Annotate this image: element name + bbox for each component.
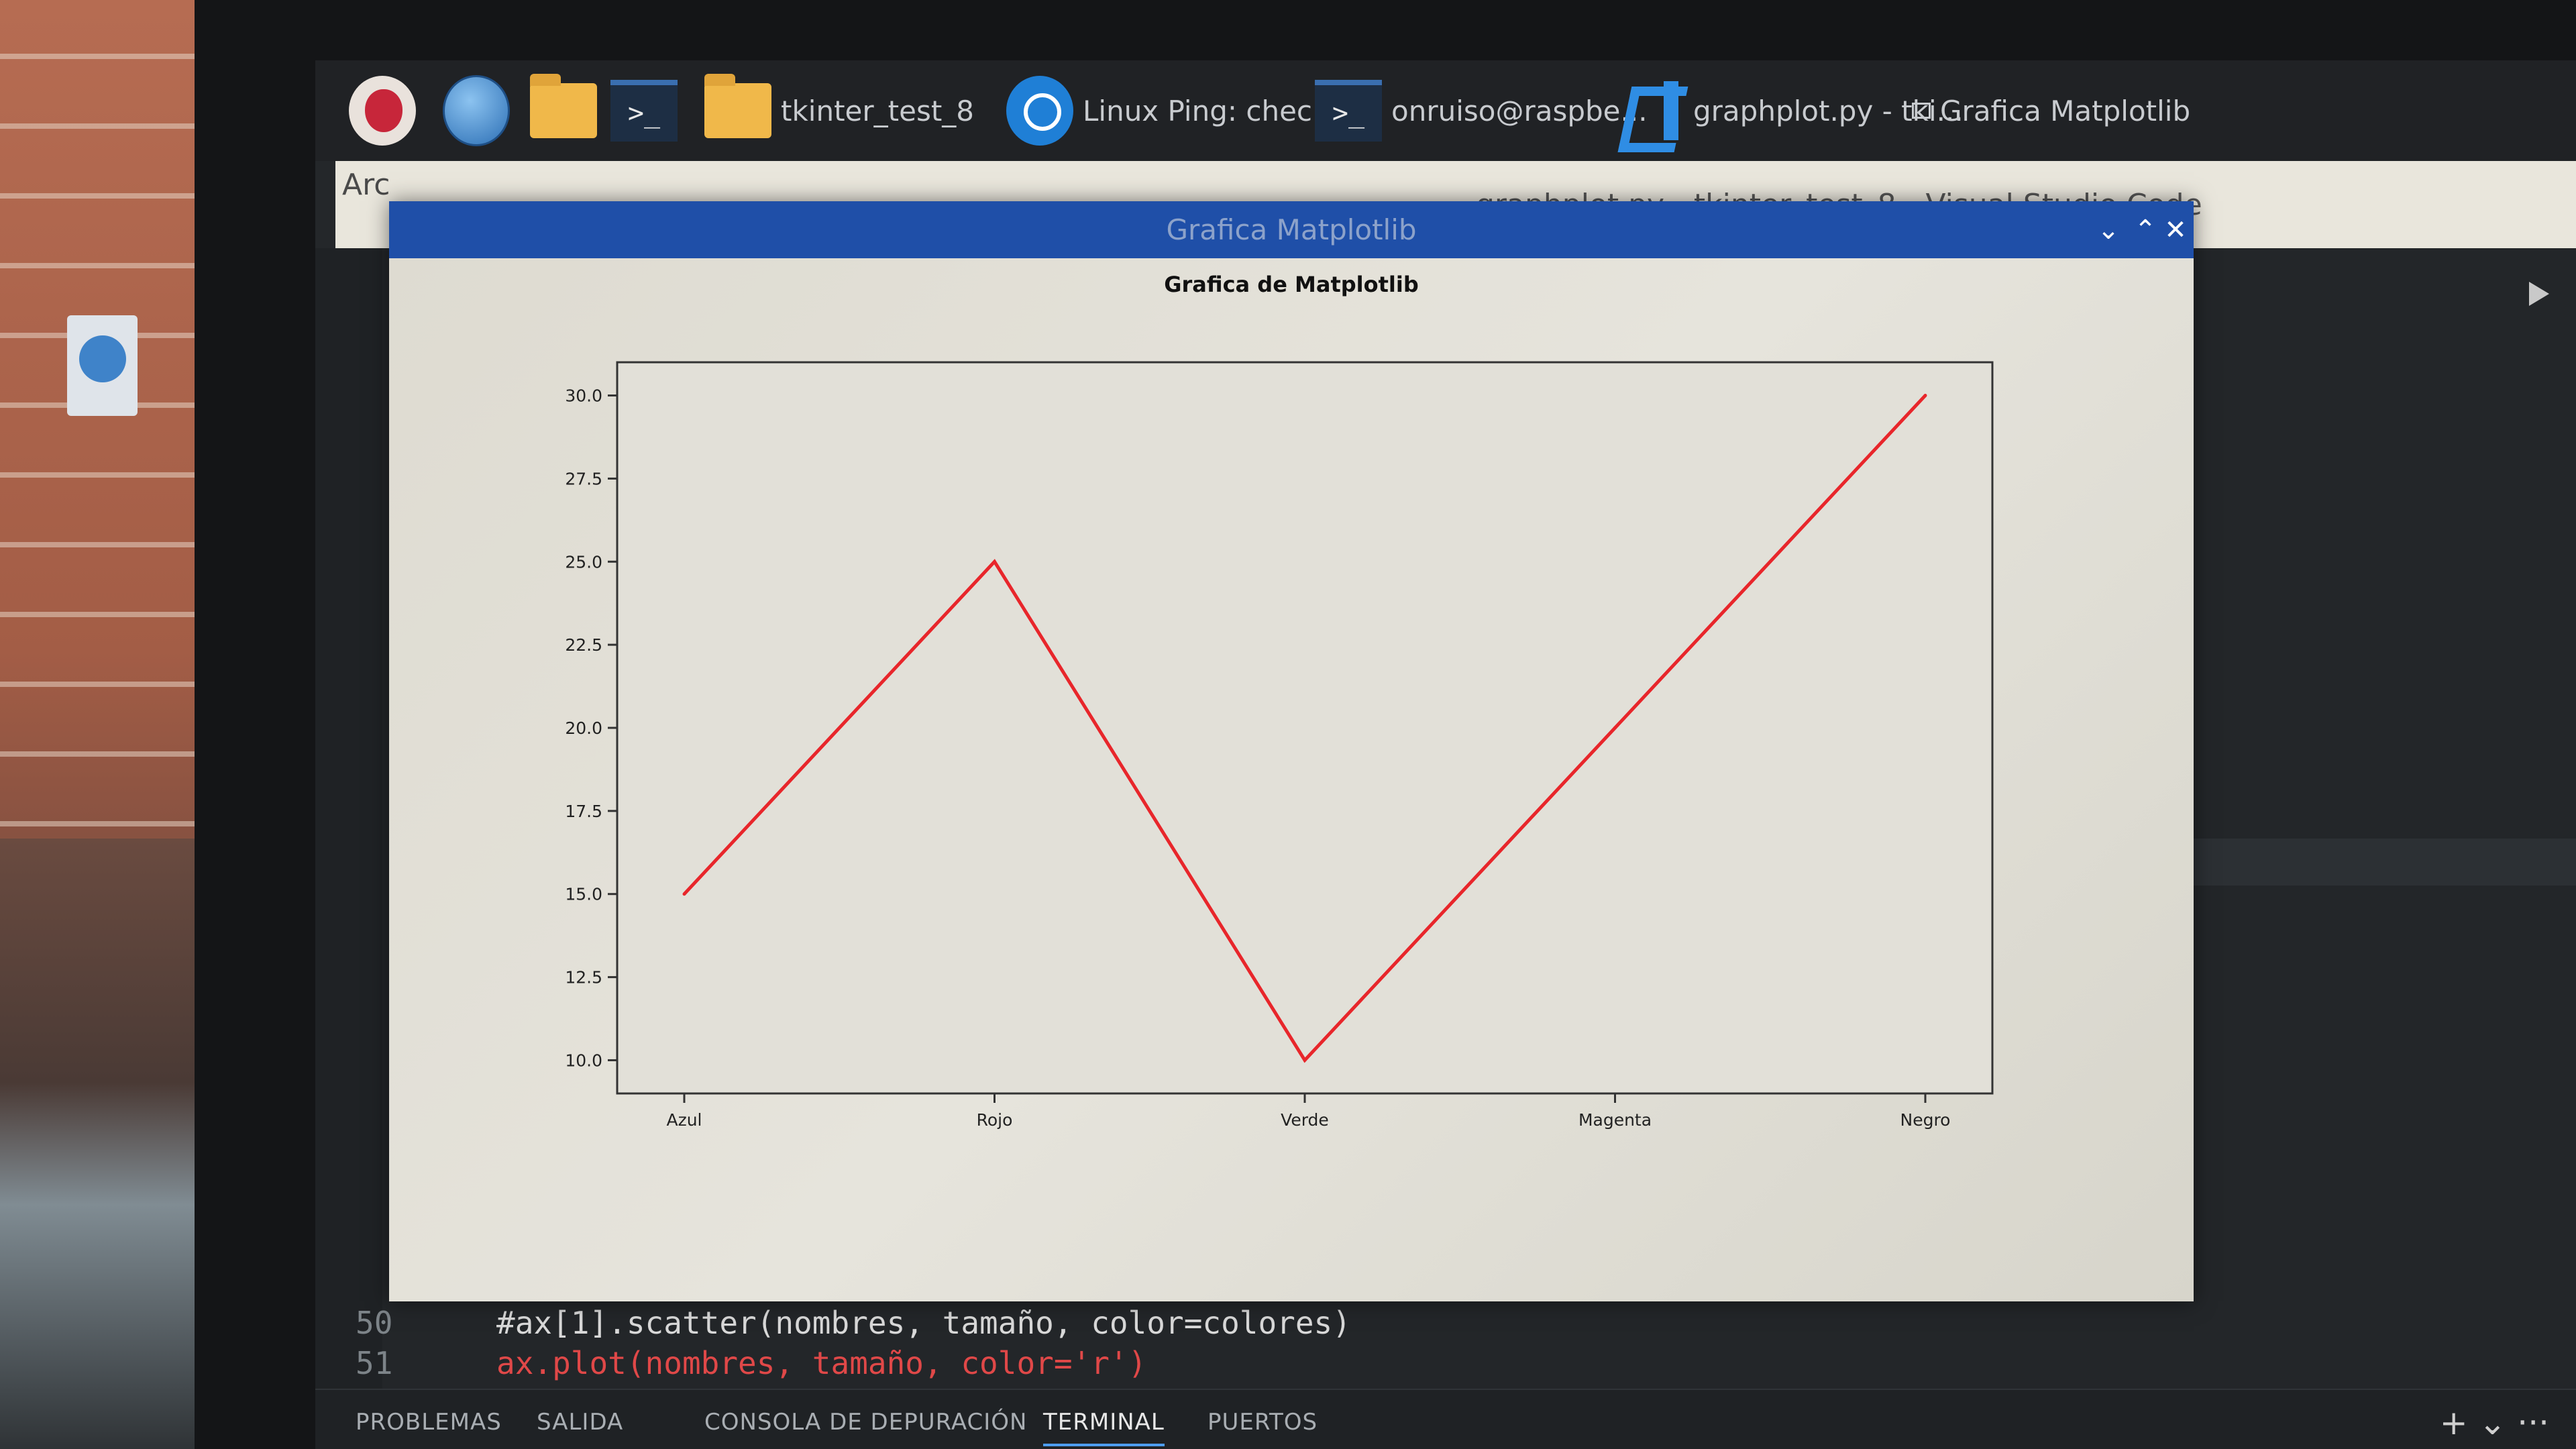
vscode-menu-file[interactable]: Arc	[342, 168, 390, 202]
y-tick-label: 17.5	[565, 802, 602, 821]
y-tick-label: 22.5	[565, 635, 602, 655]
chart-title: Grafica de Matplotlib	[1164, 272, 1419, 297]
terminal-icon: >_	[1315, 80, 1382, 142]
x-tick-label: Verde	[1281, 1110, 1329, 1130]
code-line[interactable]: 51 ax.plot(nombres, tamaño, color='r')	[356, 1345, 1146, 1381]
data-point	[993, 559, 996, 564]
matplotlib-window-title: Grafica Matplotlib	[1166, 213, 1417, 246]
taskbar-browser-launcher[interactable]	[443, 60, 510, 161]
taskbar-menu-button[interactable]	[349, 60, 416, 161]
code-text: ax.plot(nombres, tamaño, color='r')	[496, 1345, 1147, 1381]
maximize-button[interactable]: ⌃	[2130, 215, 2161, 246]
editor-highlight-strip	[2187, 839, 2576, 885]
raspberry-pi-icon	[349, 76, 416, 146]
tab-salida[interactable]: SALIDA	[537, 1409, 623, 1436]
y-tick-label: 10.0	[565, 1051, 602, 1070]
taskbar-terminal-launcher[interactable]: >_	[610, 60, 678, 161]
vscode-icon	[1618, 78, 1682, 143]
y-tick-label: 12.5	[565, 968, 602, 987]
taskbar-window-label: Linux Ping: chec...	[1083, 94, 1340, 127]
y-tick-label: 15.0	[565, 885, 602, 904]
tab-terminal[interactable]: TERMINAL	[1043, 1409, 1165, 1446]
tab-problemas[interactable]: PROBLEMAS	[356, 1409, 502, 1436]
wall-sign	[67, 315, 138, 416]
taskbar-window-matplotlib[interactable]: Grafica Matplotlib	[1912, 60, 2190, 161]
tab-consola-depuracion[interactable]: CONSOLA DE DEPURACIÓN	[704, 1409, 1027, 1436]
taskbar-window-chromium[interactable]: Linux Ping: chec...	[1006, 60, 1339, 161]
window-icon	[1912, 103, 1931, 119]
panel-tabs: PROBLEMAS SALIDA CONSOLA DE DEPURACIÓN T…	[315, 1389, 2576, 1449]
sign-emblem-icon	[79, 335, 126, 382]
plot-area	[616, 361, 1994, 1095]
background-desk	[0, 839, 201, 1449]
line-number: 50	[356, 1305, 393, 1341]
matplotlib-canvas: Grafica de Matplotlib 10.0 12.5 15.0 17.5 20…	[389, 258, 2194, 1301]
tab-puertos[interactable]: PUERTOS	[1208, 1409, 1318, 1436]
chromium-icon	[1006, 76, 1073, 146]
x-tick-label: Magenta	[1578, 1110, 1652, 1130]
terminal-icon: >_	[610, 80, 678, 142]
matplotlib-titlebar[interactable]: Grafica Matplotlib ⌄ ⌃ ✕	[389, 201, 2194, 258]
x-tick-label: Negro	[1900, 1110, 1951, 1130]
monitor-screen: >_ tkinter_test_8 Linux Ping: chec... >_…	[315, 60, 2576, 1449]
taskbar-window-label: Grafica Matplotlib	[1940, 94, 2191, 127]
folder-icon	[530, 74, 597, 138]
x-tick-label: Rojo	[977, 1110, 1013, 1130]
taskbar-window-terminal[interactable]: >_ onruiso@raspbe...	[1315, 60, 1648, 161]
code-line[interactable]: 50 #ax[1].scatter(nombres, tamaño, color=…	[356, 1305, 1351, 1341]
y-tick-label: 25.0	[565, 552, 602, 572]
close-button[interactable]: ✕	[2160, 215, 2191, 246]
line-number: 51	[356, 1345, 393, 1381]
y-tick-label: 27.5	[565, 469, 602, 488]
data-point	[1613, 726, 1617, 730]
vscode-activity-bar	[315, 248, 382, 1449]
globe-icon	[443, 75, 510, 146]
data-point	[1923, 394, 1927, 398]
y-tick-label: 30.0	[565, 386, 602, 406]
minimize-button[interactable]: ⌄	[2093, 215, 2124, 246]
taskbar-files-launcher[interactable]	[530, 60, 597, 161]
line-chart: Grafica de Matplotlib 10.0 12.5 15.0 17.5 20…	[565, 272, 1994, 1130]
taskbar-window-label: tkinter_test_8	[781, 94, 975, 127]
folder-icon	[704, 74, 771, 138]
y-tick-label: 20.0	[565, 718, 602, 738]
data-point	[1303, 1058, 1307, 1062]
code-text: #ax[1].scatter(nombres, tamaño, color=co…	[496, 1305, 1351, 1341]
x-tick-label: Azul	[666, 1110, 702, 1130]
taskbar-window-tkinter-folder[interactable]: tkinter_test_8	[704, 60, 974, 161]
matplotlib-window: Grafica Matplotlib ⌄ ⌃ ✕ Grafica de Matp…	[389, 201, 2194, 1301]
panel-actions[interactable]: + ⌄ ···	[2440, 1403, 2549, 1442]
run-icon[interactable]	[2529, 282, 2549, 306]
taskbar: >_ tkinter_test_8 Linux Ping: chec... >_…	[315, 60, 2576, 161]
taskbar-window-label: onruiso@raspbe...	[1391, 94, 1648, 127]
data-point	[682, 892, 686, 896]
